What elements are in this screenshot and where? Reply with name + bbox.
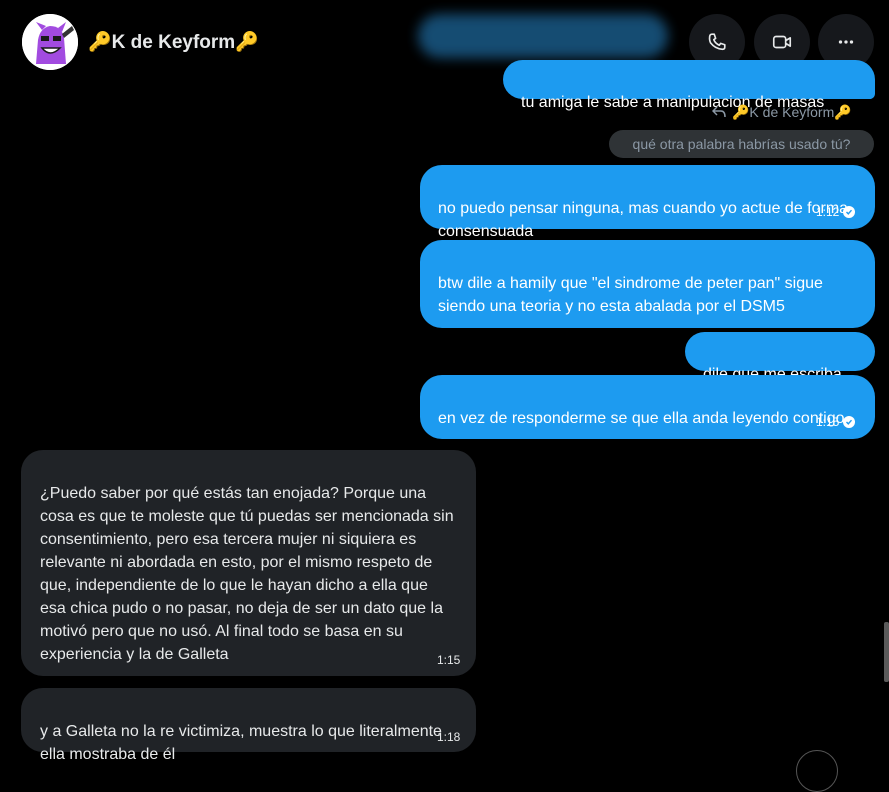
- message-text: no puedo pensar ninguna, mas cuando yo a…: [438, 200, 849, 240]
- reply-reference: 🔑K de Keyform🔑: [711, 104, 852, 121]
- time-label: 1:12: [816, 205, 840, 219]
- message-timestamp: 1:15: [437, 653, 460, 667]
- time-label: 1:15: [437, 653, 461, 667]
- read-check-icon: [843, 206, 856, 218]
- reply-ref-name: 🔑K de Keyform🔑: [732, 104, 852, 120]
- more-icon: [838, 40, 854, 44]
- blurred-message: [418, 14, 668, 58]
- message-timestamp: 1:18: [437, 730, 460, 744]
- message-text: btw dile a hamily que "el sindrome de pe…: [438, 275, 823, 315]
- avatar[interactable]: [22, 14, 78, 70]
- time-label: 1:18: [437, 730, 461, 744]
- reply-arrow-icon: [711, 105, 726, 121]
- scroll-down-button[interactable]: [796, 750, 838, 792]
- message-incoming[interactable]: y a Galleta no la re victimiza, muestra …: [21, 688, 476, 763]
- reply-quote[interactable]: qué otra palabra habrías usado tú?: [609, 130, 874, 158]
- message-outgoing[interactable]: btw dile a hamily que "el sindrome de pe…: [420, 240, 875, 328]
- message-outgoing[interactable]: no puedo pensar ninguna, mas cuando yo a…: [420, 165, 875, 240]
- time-label: 1:15: [816, 415, 840, 429]
- message-text: en vez de responderme se que ella anda l…: [438, 410, 845, 427]
- message-timestamp: 1:15: [816, 415, 856, 429]
- read-check-icon: [843, 416, 856, 428]
- message-timestamp: 1:12: [816, 205, 856, 219]
- scrollbar[interactable]: [884, 622, 889, 682]
- message-text: ¿Puedo saber por qué estás tan enojada? …: [40, 485, 454, 663]
- message-outgoing[interactable]: dile que me escriba: [685, 332, 875, 383]
- message-outgoing[interactable]: tu amiga le sabe a manipulacion de masas: [503, 60, 875, 111]
- phone-icon: [708, 33, 726, 51]
- chat-title: 🔑K de Keyform🔑: [88, 32, 259, 53]
- message-incoming[interactable]: ¿Puedo saber por qué estás tan enojada? …: [21, 450, 476, 676]
- video-icon: [772, 35, 792, 49]
- message-outgoing[interactable]: en vez de responderme se que ella anda l…: [420, 375, 875, 439]
- message-text: y a Galleta no la re victimiza, muestra …: [40, 723, 442, 763]
